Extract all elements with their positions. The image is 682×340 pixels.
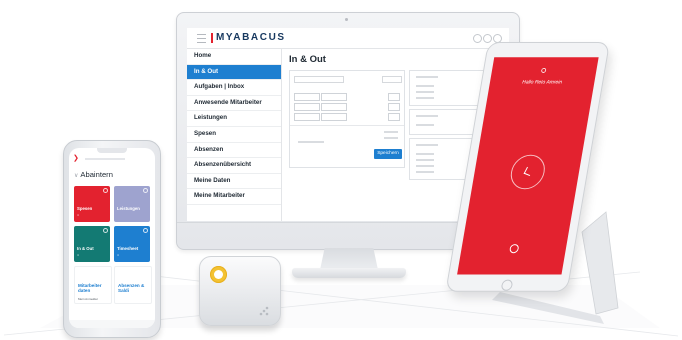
placeholder-text (298, 141, 324, 143)
form-toggle[interactable] (382, 76, 402, 83)
monitor-base (292, 268, 406, 278)
placeholder-text (384, 131, 398, 133)
tile-in-out[interactable]: In & Out 4 (74, 226, 110, 262)
tile-leistungen[interactable]: Leistungen (114, 186, 150, 222)
nfc-dots-icon (259, 306, 269, 316)
tile-count: 4 (117, 253, 119, 257)
save-button[interactable]: Speichern (374, 149, 402, 159)
desktop-screen: MYABACUS Home In & Out Aufgaben | Inbox … (187, 28, 509, 221)
tile-count: 4 (77, 253, 79, 257)
placeholder-text (416, 165, 434, 167)
toolbar-placeholder (85, 158, 125, 160)
form-input[interactable] (321, 113, 347, 121)
smartphone: ❯ ∨ Abaintern Spesen 4 Leistungen In & Ou… (63, 140, 161, 338)
brand-logo: MYABACUS (216, 32, 286, 43)
sidebar-nav: Home In & Out Aufgaben | Inbox Anwesende… (187, 49, 282, 221)
form-input[interactable] (388, 93, 400, 101)
tile-absenzen-saldi[interactable]: Absenzen & Saldi (114, 266, 152, 304)
tile-label: Timesheet (117, 246, 139, 251)
sidebar-item-absenzen[interactable]: Absenzen (187, 143, 281, 159)
tile-timesheet[interactable]: Timesheet 4 (114, 226, 150, 262)
placeholder-text (416, 85, 434, 87)
phone-notch (97, 148, 127, 153)
sidebar-item-meine-daten[interactable]: Meine Daten (187, 174, 281, 190)
tile-label: In & Out (77, 246, 94, 251)
phone-title-text: Abaintern (80, 170, 113, 179)
placeholder-text (416, 171, 434, 173)
hamburger-icon[interactable] (197, 34, 206, 43)
badge-reader-device (199, 256, 281, 326)
placeholder-text (416, 124, 434, 126)
tile-mitarbeiter-daten[interactable]: Mitarbeiter daten Mein Anmelder (74, 266, 112, 304)
sidebar-item-spesen[interactable]: Spesen (187, 127, 281, 143)
tile-subtext: Mein Anmelder (78, 297, 99, 301)
tile-badge-icon (103, 228, 108, 233)
in-out-form-panel: Speichern (289, 70, 405, 168)
chevron-down-icon: ∨ (74, 173, 79, 179)
form-input[interactable] (294, 76, 344, 83)
form-input[interactable] (388, 103, 400, 111)
placeholder-text (416, 97, 434, 99)
camera-dot (345, 18, 348, 21)
page-title: In & Out (289, 54, 326, 65)
form-input[interactable] (388, 113, 400, 121)
placeholder-text (416, 115, 438, 117)
placeholder-text (416, 144, 438, 146)
tile-badge-icon (103, 188, 108, 193)
tile-label: Mitarbeiter daten (78, 283, 102, 294)
sidebar-item-leistungen[interactable]: Leistungen (187, 111, 281, 127)
placeholder-text (384, 137, 398, 139)
reader-ring-icon (210, 266, 227, 283)
tile-badge-icon (143, 188, 148, 193)
settings-icon[interactable] (509, 244, 520, 254)
form-input[interactable] (321, 103, 347, 111)
tile-label: Leistungen (117, 206, 140, 211)
placeholder-text (416, 76, 438, 78)
touch-badge-icon[interactable] (508, 154, 548, 190)
divider (290, 125, 404, 126)
sidebar-item-meine-mitarbeiter[interactable]: Meine Mitarbeiter (187, 189, 281, 205)
tile-badge-icon (143, 228, 148, 233)
monitor-neck (320, 248, 378, 270)
placeholder-text (416, 153, 434, 155)
tile-label: Spesen (77, 206, 93, 211)
app-header: MYABACUS (187, 28, 509, 49)
placeholder-text (416, 91, 434, 93)
form-input[interactable] (294, 103, 320, 111)
tile-spesen[interactable]: Spesen 4 (74, 186, 110, 222)
phone-home-bar (69, 320, 155, 328)
phone-toolbar: ❯ (69, 154, 155, 164)
sidebar-item-aufgaben-inbox[interactable]: Aufgaben | Inbox (187, 80, 281, 96)
sidebar-item-absenzenuebersicht[interactable]: Absenzenübersicht (187, 158, 281, 174)
header-action-icon[interactable] (473, 34, 482, 43)
phone-screen: ❯ ∨ Abaintern Spesen 4 Leistungen In & Ou… (69, 148, 155, 328)
form-input[interactable] (294, 93, 320, 101)
sidebar-item-in-out[interactable]: In & Out (187, 64, 281, 81)
back-chevron-icon[interactable]: ❯ (73, 154, 79, 162)
greeting-text: Hallo Reto Amrein (521, 79, 563, 86)
tile-count: 4 (77, 213, 79, 217)
home-button-icon[interactable] (500, 279, 514, 291)
sidebar-item-anwesende-mitarbeiter[interactable]: Anwesende Mitarbeiter (187, 96, 281, 112)
placeholder-text (416, 159, 434, 161)
sidebar-item-home[interactable]: Home (187, 49, 281, 65)
phone-section-title[interactable]: ∨ Abaintern (74, 170, 113, 179)
logo-accent (211, 33, 213, 43)
form-input[interactable] (321, 93, 347, 101)
form-input[interactable] (294, 113, 320, 121)
tile-label: Absenzen & Saldi (118, 283, 145, 294)
location-pin-icon (541, 67, 547, 73)
header-action-icon[interactable] (483, 34, 492, 43)
